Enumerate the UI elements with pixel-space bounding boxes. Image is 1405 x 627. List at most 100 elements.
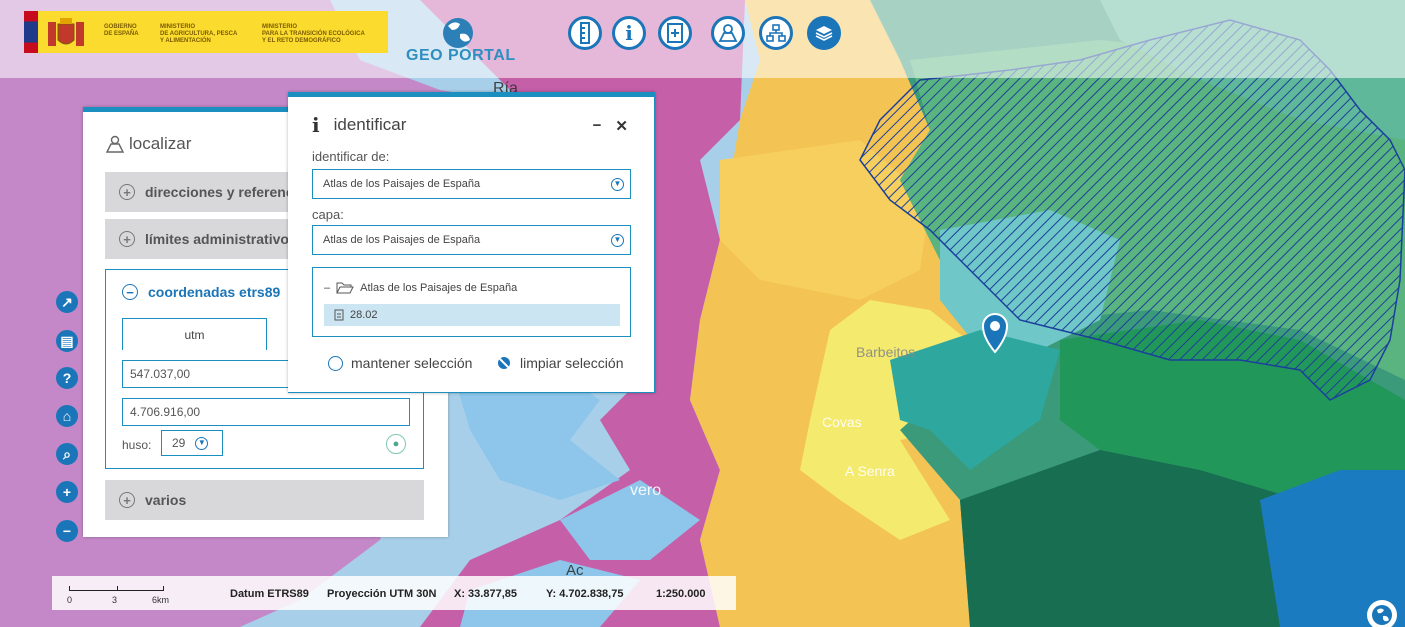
plus-circle-icon: + [119, 184, 135, 200]
huso-label: huso: [122, 438, 152, 452]
section-label: coordenadas etrs89 [148, 284, 281, 300]
scale-label: 6km [152, 595, 170, 605]
panel-title: i identificar [312, 113, 406, 137]
plus-circle-icon: + [119, 231, 135, 247]
tree-item-selected[interactable]: 28.02 [324, 304, 620, 326]
layers-button[interactable] [807, 16, 841, 50]
basemap-button[interactable] [1367, 600, 1397, 627]
map-viewer[interactable]: Ría Barbeitos Covas A Senra vero Ac GOBI… [0, 0, 1405, 627]
document-icon [334, 309, 344, 321]
chevron-down-icon: ▼ [611, 233, 624, 247]
layer-select[interactable]: Atlas de los Paisajes de España ▼ [312, 225, 631, 255]
minimize-button[interactable]: − [593, 117, 602, 135]
ministry-agriculture-text: MINISTERIO DE AGRICULTURA, PESCA Y ALIME… [160, 24, 238, 44]
tree-button[interactable] [759, 16, 793, 50]
sitemap-icon [766, 24, 786, 42]
section-varios[interactable]: + varios [105, 480, 424, 520]
share-button[interactable]: ↗ [56, 291, 78, 313]
zoom-box-button[interactable]: ⌕ [56, 443, 78, 465]
bookmark-button[interactable] [658, 16, 692, 50]
folder-open-icon [336, 282, 354, 294]
locate-button[interactable] [711, 16, 745, 50]
x-readout: X: 33.877,85 [454, 588, 517, 600]
map-label: vero [630, 482, 662, 499]
map-search-icon [105, 135, 125, 153]
close-button[interactable]: ✕ [615, 117, 628, 135]
home-button[interactable]: ⌂ [56, 405, 78, 427]
clear-selection-button[interactable]: limpiar selección [496, 355, 623, 371]
government-logo-bar: GOBIERNO DE ESPAÑA MINISTERIO DE AGRICUL… [24, 11, 388, 53]
collapse-icon: – [324, 282, 331, 294]
bookmark-icon [667, 23, 683, 43]
tab-utm[interactable]: utm [122, 318, 267, 350]
locate-pin-button[interactable]: ● [386, 434, 406, 454]
zoom-out-button[interactable]: − [56, 520, 78, 542]
spain-flag-icon [24, 11, 38, 53]
map-scale-text: 1:250.000 [656, 588, 706, 600]
identify-button[interactable]: i [612, 16, 646, 50]
info-icon: i [312, 113, 320, 137]
keep-selection-label: mantener selección [351, 355, 473, 371]
gov-text: GOBIERNO DE ESPAÑA [104, 24, 139, 37]
zoom-out-icon: − [62, 523, 72, 539]
globe-icon [1372, 605, 1392, 625]
window-controls: − ✕ [593, 117, 628, 135]
scale-label: 0 [67, 595, 73, 605]
map-search-icon [718, 24, 738, 42]
pin-icon: ● [392, 438, 400, 450]
select-value: Atlas de los Paisajes de España [323, 234, 481, 246]
layer-label: capa: [312, 207, 344, 222]
zoom-in-icon: + [62, 484, 72, 500]
y-coordinate-input[interactable]: 4.706.916,00 [122, 398, 410, 426]
datum-text: Datum ETRS89 [230, 588, 309, 600]
clear-selection-label: limpiar selección [520, 355, 624, 371]
save-icon: ▤ [60, 332, 74, 349]
help-button[interactable]: ? [56, 367, 78, 389]
status-bar: 0 3 6km Datum ETRS89 Proyección UTM 30N … [52, 576, 736, 610]
help-icon: ? [62, 370, 72, 386]
ministry-ecology-text: MINISTERIO PARA LA TRANSICIÓN ECOLÓGICA … [262, 24, 365, 44]
identificar-title: identificar [333, 115, 407, 134]
huso-select[interactable]: 29 ▼ [161, 430, 223, 456]
section-coordenadas[interactable]: − coordenadas etrs89 [122, 284, 280, 300]
map-label: Barbeitos [856, 344, 916, 360]
from-label: identificar de: [312, 149, 390, 164]
chevron-down-icon: ▼ [195, 436, 209, 450]
ruler-icon [580, 22, 590, 44]
localizar-title: localizar [129, 134, 192, 153]
map-label: Covas [822, 414, 862, 430]
y-readout: Y: 4.702.838,75 [546, 588, 624, 600]
home-icon: ⌂ [62, 408, 72, 424]
zoom-search-icon: ⌕ [63, 445, 71, 462]
clear-selection-icon [498, 357, 510, 369]
scale-bar: 0 3 6km [65, 581, 175, 607]
projection-text: Proyección UTM 30N [327, 588, 437, 600]
section-label: límites administrativos [145, 231, 297, 247]
tree-label: Atlas de los Paisajes de España [360, 282, 518, 294]
keep-selection-radio[interactable]: mantener selección [328, 355, 472, 371]
tree-label: 28.02 [350, 309, 378, 321]
section-label: direcciones y referencia [145, 184, 306, 200]
layers-icon [815, 26, 833, 41]
scale-label: 3 [112, 595, 118, 605]
app-title: GEO PORTAL [406, 47, 516, 64]
measure-button[interactable] [568, 16, 602, 50]
identify-from-select[interactable]: Atlas de los Paisajes de España ▼ [312, 169, 631, 199]
share-icon: ↗ [61, 293, 73, 310]
plus-circle-icon: + [119, 492, 135, 508]
chevron-down-icon: ▼ [611, 177, 624, 191]
huso-value: 29 [172, 436, 186, 450]
map-label: A Senra [845, 463, 895, 479]
panel-title: localizar [105, 134, 191, 154]
tree-node-root[interactable]: – Atlas de los Paisajes de España [324, 282, 517, 294]
info-icon: i [625, 21, 633, 45]
minus-circle-icon: − [122, 284, 138, 300]
coat-of-arms-icon [48, 18, 84, 46]
radio-icon [328, 355, 343, 371]
results-tree: – Atlas de los Paisajes de España 28.02 [312, 267, 631, 337]
zoom-in-button[interactable]: + [56, 481, 78, 503]
save-button[interactable]: ▤ [56, 330, 78, 352]
select-value: Atlas de los Paisajes de España [323, 178, 481, 190]
identificar-panel: i identificar − ✕ identificar de: Atlas … [288, 92, 655, 393]
section-label: varios [145, 492, 187, 508]
